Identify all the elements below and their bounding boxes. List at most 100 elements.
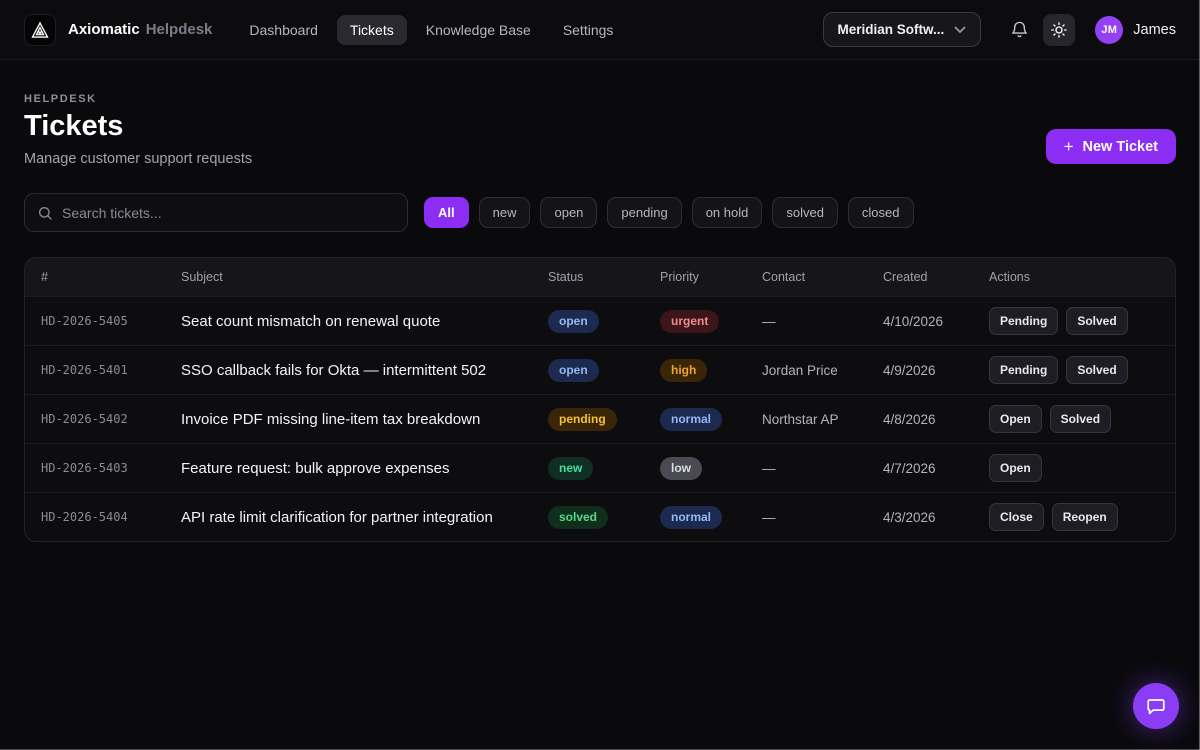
table-row[interactable]: HD-2026-5401 SSO callback fails for Okta… xyxy=(25,345,1175,394)
row-action-button[interactable]: Solved xyxy=(1066,356,1127,384)
status-badge: open xyxy=(548,310,599,333)
user-name: James xyxy=(1133,22,1176,38)
ticket-created-date: 4/8/2026 xyxy=(883,412,936,427)
row-action-button[interactable]: Open xyxy=(989,454,1042,482)
search-input[interactable] xyxy=(62,205,395,221)
nav-item[interactable]: Tickets xyxy=(337,15,407,45)
nav-item[interactable]: Dashboard xyxy=(236,15,331,45)
nav-item[interactable]: Knowledge Base xyxy=(413,15,544,45)
page-eyebrow: HELPDESK xyxy=(24,93,1176,105)
brand: Axiomatic Helpdesk xyxy=(68,21,212,38)
row-action-button[interactable]: Open xyxy=(989,405,1042,433)
table-header-row: # Subject Status Priority Contact Create… xyxy=(25,258,1175,296)
filter-chip[interactable]: pending xyxy=(607,197,681,228)
priority-badge: normal xyxy=(660,408,722,431)
table-row[interactable]: HD-2026-5402 Invoice PDF missing line-it… xyxy=(25,394,1175,443)
row-action-button[interactable]: Pending xyxy=(989,356,1058,384)
ticket-subject: SSO callback fails for Okta — intermitte… xyxy=(181,362,486,379)
ticket-subject: Seat count mismatch on renewal quote xyxy=(181,313,440,330)
ticket-created-date: 4/10/2026 xyxy=(883,314,943,329)
column-header: Contact xyxy=(762,270,883,284)
column-header: Actions xyxy=(989,270,1159,284)
org-selector-label: Meridian Softw... xyxy=(838,22,945,37)
main-nav: Dashboard Tickets Knowledge Base Setting… xyxy=(236,15,626,45)
ticket-contact: Northstar AP xyxy=(762,412,839,427)
org-selector[interactable]: Meridian Softw... xyxy=(823,12,982,47)
chevron-down-icon xyxy=(954,26,966,34)
status-badge: pending xyxy=(548,408,617,431)
table-body: HD-2026-5405 Seat count mismatch on rene… xyxy=(25,296,1175,541)
table-row[interactable]: HD-2026-5405 Seat count mismatch on rene… xyxy=(25,296,1175,345)
table-row[interactable]: HD-2026-5404 API rate limit clarificatio… xyxy=(25,492,1175,541)
toolbar: All new open pending on hold solved clos… xyxy=(24,193,1176,232)
chat-bubble-icon xyxy=(1145,695,1167,717)
row-action-button[interactable]: Solved xyxy=(1066,307,1127,335)
ticket-created-date: 4/9/2026 xyxy=(883,363,936,378)
page-title: Tickets xyxy=(24,110,1176,143)
sun-icon xyxy=(1050,21,1068,39)
ticket-created-date: 4/3/2026 xyxy=(883,510,936,525)
status-badge: new xyxy=(548,457,593,480)
plus-icon: + xyxy=(1064,138,1074,155)
status-badge: open xyxy=(548,359,599,382)
row-action-button[interactable]: Pending xyxy=(989,307,1058,335)
triangle-logo-icon xyxy=(30,20,50,40)
ticket-id: HD-2026-5403 xyxy=(41,461,128,475)
bell-icon xyxy=(1010,20,1029,39)
ticket-subject: Invoice PDF missing line-item tax breakd… xyxy=(181,411,480,428)
filter-chip[interactable]: solved xyxy=(772,197,838,228)
ticket-table: # Subject Status Priority Contact Create… xyxy=(24,257,1176,542)
row-action-button[interactable]: Close xyxy=(989,503,1044,531)
page-head: HELPDESK Tickets Manage customer support… xyxy=(24,93,1176,167)
search-icon xyxy=(37,205,53,221)
column-header: Created xyxy=(883,270,989,284)
user-avatar[interactable]: JM xyxy=(1095,16,1123,44)
app-logo xyxy=(24,14,56,46)
chat-fab-button[interactable] xyxy=(1133,683,1179,729)
filter-chip[interactable]: closed xyxy=(848,197,914,228)
nav-item[interactable]: Settings xyxy=(550,15,627,45)
main-content: HELPDESK Tickets Manage customer support… xyxy=(0,93,1200,542)
filter-chip[interactable]: new xyxy=(479,197,531,228)
ticket-id: HD-2026-5402 xyxy=(41,412,128,426)
ticket-created-date: 4/7/2026 xyxy=(883,461,936,476)
status-badge: solved xyxy=(548,506,608,529)
column-header: # xyxy=(41,270,181,284)
priority-badge: low xyxy=(660,457,702,480)
new-ticket-label: New Ticket xyxy=(1083,139,1159,155)
row-action-button[interactable]: Solved xyxy=(1050,405,1111,433)
row-actions: Open xyxy=(989,454,1159,482)
ticket-id: HD-2026-5405 xyxy=(41,314,128,328)
page-subtitle: Manage customer support requests xyxy=(24,151,1176,167)
new-ticket-button[interactable]: + New Ticket xyxy=(1046,129,1176,164)
ticket-contact: Jordan Price xyxy=(762,363,838,378)
topbar: Axiomatic Helpdesk Dashboard Tickets Kno… xyxy=(0,0,1200,60)
column-header: Subject xyxy=(181,270,548,284)
column-header: Priority xyxy=(660,270,762,284)
search-box[interactable] xyxy=(24,193,408,232)
filter-chip[interactable]: All xyxy=(424,197,469,228)
row-actions: Pending Solved xyxy=(989,307,1159,335)
filter-chip[interactable]: on hold xyxy=(692,197,763,228)
priority-badge: high xyxy=(660,359,707,382)
priority-badge: normal xyxy=(660,506,722,529)
table-row[interactable]: HD-2026-5403 Feature request: bulk appro… xyxy=(25,443,1175,492)
priority-badge: urgent xyxy=(660,310,719,333)
filter-chip[interactable]: open xyxy=(540,197,597,228)
ticket-contact: — xyxy=(762,510,776,525)
brand-name: Axiomatic xyxy=(68,21,140,38)
filter-chips: All new open pending on hold solved clos… xyxy=(424,197,914,228)
ticket-subject: Feature request: bulk approve expenses xyxy=(181,460,450,477)
ticket-id: HD-2026-5401 xyxy=(41,363,128,377)
brand-product: Helpdesk xyxy=(146,21,213,38)
ticket-id: HD-2026-5404 xyxy=(41,510,128,524)
row-actions: Open Solved xyxy=(989,405,1159,433)
ticket-contact: — xyxy=(762,314,776,329)
theme-toggle-button[interactable] xyxy=(1043,14,1075,46)
column-header: Status xyxy=(548,270,660,284)
row-action-button[interactable]: Reopen xyxy=(1052,503,1118,531)
row-actions: Pending Solved xyxy=(989,356,1159,384)
notifications-button[interactable] xyxy=(1003,14,1035,46)
ticket-contact: — xyxy=(762,461,776,476)
ticket-subject: API rate limit clarification for partner… xyxy=(181,509,493,526)
